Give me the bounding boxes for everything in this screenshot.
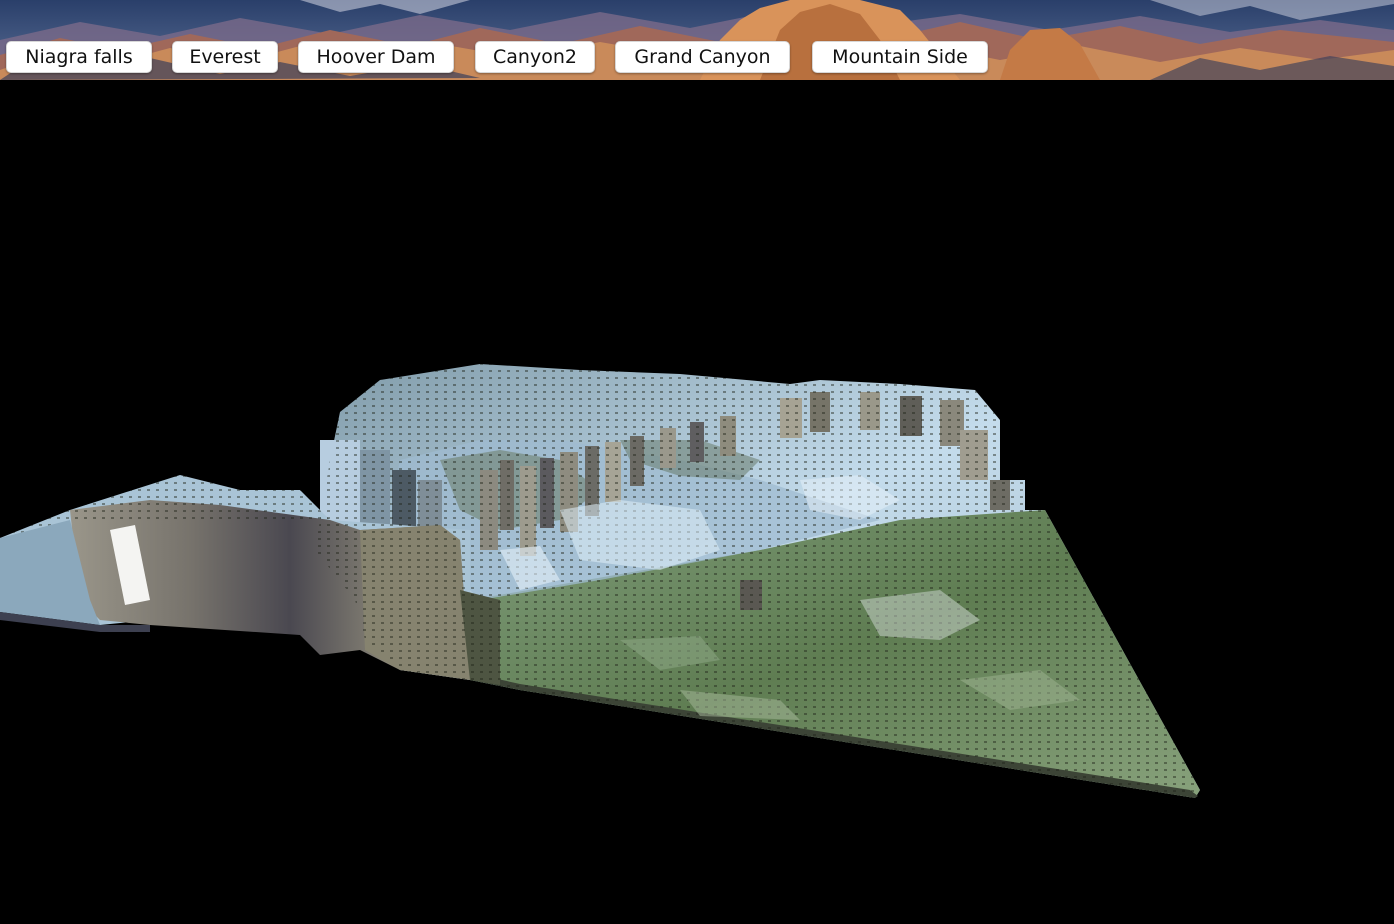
grand-canyon-button[interactable]: Grand Canyon (615, 41, 790, 73)
preset-toolbar: Niagra falls Everest Hoover Dam Canyon2 … (0, 0, 1394, 80)
niagara-falls-button[interactable]: Niagra falls (6, 41, 152, 73)
voxel-terrain-render (0, 364, 1200, 798)
app-root: Niagra falls Everest Hoover Dam Canyon2 … (0, 0, 1394, 924)
canyon2-button[interactable]: Canyon2 (475, 41, 595, 73)
hoover-dam-button[interactable]: Hoover Dam (298, 41, 454, 73)
mountain-side-button[interactable]: Mountain Side (812, 41, 988, 73)
3d-terrain-viewport[interactable] (0, 80, 1394, 924)
everest-button[interactable]: Everest (172, 41, 278, 73)
